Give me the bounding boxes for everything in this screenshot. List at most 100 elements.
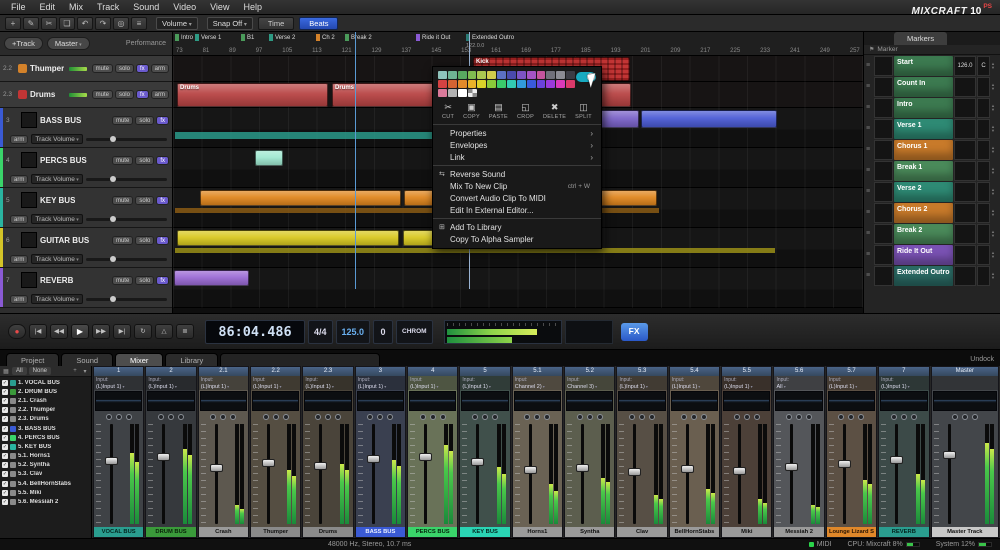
marker-position-box[interactable]	[874, 98, 893, 118]
marker-key-box[interactable]	[977, 182, 990, 202]
knob[interactable]	[901, 414, 907, 420]
fx-button[interactable]: fx	[156, 236, 169, 245]
color-swatch[interactable]	[556, 80, 565, 88]
strip-number[interactable]: 5.4	[670, 367, 719, 376]
transport-button[interactable]: ▶	[71, 324, 89, 339]
automation-param-dropdown[interactable]: Volume	[156, 17, 198, 30]
fader-track[interactable]	[162, 424, 165, 524]
audio-clip[interactable]	[641, 110, 777, 128]
input-selector[interactable]: Input: (L)Input 1)	[94, 376, 143, 390]
transport-button[interactable]: ↻	[134, 324, 152, 339]
marker-row[interactable]: Verse 1	[866, 119, 998, 139]
eq-display[interactable]	[357, 391, 404, 411]
context-menu-item[interactable]: Properties ›	[433, 127, 601, 139]
knob[interactable]	[283, 414, 289, 420]
strip-name[interactable]: REVERB	[879, 527, 928, 537]
input-selector[interactable]: Input: (L)Input 1)	[356, 376, 405, 390]
knob-row[interactable]	[146, 412, 195, 421]
fader-handle[interactable]	[314, 462, 327, 470]
slider-handle[interactable]	[110, 296, 116, 302]
fx-button[interactable]: fx	[136, 90, 149, 99]
eq-display[interactable]	[304, 391, 351, 411]
knob[interactable]	[220, 414, 226, 420]
track-name[interactable]: KEY BUS	[40, 196, 75, 205]
marker-name[interactable]: Count In	[894, 77, 953, 97]
slider-handle[interactable]	[110, 176, 116, 182]
panel-tab[interactable]: Library	[165, 353, 218, 366]
arm-button[interactable]: arm	[10, 255, 28, 264]
strip-number[interactable]: 5.6	[774, 367, 823, 376]
mixer-track-list-item[interactable]: 2.3. Drums	[0, 415, 91, 424]
color-swatch[interactable]	[438, 71, 447, 79]
marker-flag[interactable]: Ride it Out	[416, 34, 450, 41]
color-swatch[interactable]	[546, 80, 555, 88]
arm-button[interactable]: arm	[10, 175, 28, 184]
strip-name[interactable]: BellHornStabs	[670, 527, 719, 537]
marker-key-box[interactable]	[977, 203, 990, 223]
marker-name[interactable]: Break 2	[894, 224, 953, 244]
marker-position-box[interactable]	[874, 161, 893, 181]
toolbar-icon[interactable]: ❏	[59, 17, 75, 30]
input-selector[interactable]: Input: (L)Input 1)	[460, 376, 509, 390]
marker-row[interactable]: Break 1	[866, 161, 998, 181]
knob[interactable]	[472, 414, 478, 420]
knob[interactable]	[962, 414, 968, 420]
visibility-checkbox[interactable]	[2, 490, 8, 496]
filter-none-button[interactable]: None	[29, 367, 51, 375]
track-color-chip[interactable]	[18, 90, 27, 99]
menu-item[interactable]: Sound	[126, 0, 166, 15]
fader-track[interactable]	[790, 424, 793, 524]
panel-tab[interactable]: Mixer	[115, 353, 163, 366]
marker-row[interactable]: Chorus 2	[866, 203, 998, 223]
color-swatch[interactable]	[507, 80, 516, 88]
color-swatch[interactable]	[477, 80, 486, 88]
drag-handle-icon[interactable]	[866, 245, 873, 265]
eq-display[interactable]	[880, 391, 927, 411]
mute-button[interactable]: mute	[112, 116, 133, 125]
color-swatch[interactable]	[458, 80, 467, 88]
bus-track-row[interactable]: 3 BASS BUS mute solo fx arm Track Volume	[0, 108, 172, 148]
marker-bpm-box[interactable]	[954, 98, 976, 118]
input-selector[interactable]: Input: (L)Input 1)	[827, 376, 876, 390]
drag-handle-icon[interactable]	[866, 56, 873, 76]
marker-row[interactable]: Start 126.0 C	[866, 56, 998, 76]
knob-row[interactable]	[722, 412, 771, 421]
marker-key-box[interactable]	[977, 140, 990, 160]
drag-handle-icon[interactable]	[866, 182, 873, 202]
strip-number[interactable]: 4	[408, 367, 457, 376]
context-menu-item[interactable]: ⊞ Add To Library	[433, 221, 601, 233]
marker-row[interactable]: Intro	[866, 98, 998, 118]
fader-handle[interactable]	[419, 453, 432, 461]
strip-name[interactable]: Clav	[617, 527, 666, 537]
marker-bpm-box[interactable]: 126.0	[954, 56, 976, 76]
menu-item[interactable]: Video	[166, 0, 203, 15]
input-selector[interactable]: Input: (L)Input 1)	[670, 376, 719, 390]
slider-handle[interactable]	[110, 256, 116, 262]
eq-display[interactable]	[828, 391, 875, 411]
color-swatch[interactable]	[566, 71, 575, 79]
knob[interactable]	[972, 414, 978, 420]
color-swatch[interactable]	[517, 71, 526, 79]
mixer-track-list-item[interactable]: 5.4. BellHornStabs	[0, 479, 91, 488]
fx-button[interactable]: fx	[156, 276, 169, 285]
tempo-display[interactable]: 125.0	[336, 320, 371, 344]
fx-button[interactable]: fx	[156, 156, 169, 165]
knob[interactable]	[430, 414, 436, 420]
marker-row[interactable]: Ride It Out	[866, 245, 998, 265]
marker-position-box[interactable]	[874, 245, 893, 265]
mute-button[interactable]: mute	[112, 196, 133, 205]
knob[interactable]	[273, 414, 279, 420]
mixer-track-list-item[interactable]: 5.3. Clav	[0, 470, 91, 479]
fader-handle[interactable]	[628, 468, 641, 476]
strip-name[interactable]: BASS BUS	[356, 527, 405, 537]
menu-item[interactable]: Edit	[33, 0, 63, 15]
clip-action-button[interactable]: ✂ CUT	[442, 102, 454, 120]
volume-slider[interactable]	[86, 298, 167, 301]
drag-handle-icon[interactable]	[866, 98, 873, 118]
transport-button[interactable]: ▶▶	[92, 324, 110, 339]
marker-name[interactable]: Extended Outro	[894, 266, 953, 286]
stepper-arrows-icon[interactable]	[991, 56, 998, 76]
fader-handle[interactable]	[367, 455, 380, 463]
stepper-arrows-icon[interactable]	[991, 98, 998, 118]
color-swatch[interactable]	[556, 71, 565, 79]
